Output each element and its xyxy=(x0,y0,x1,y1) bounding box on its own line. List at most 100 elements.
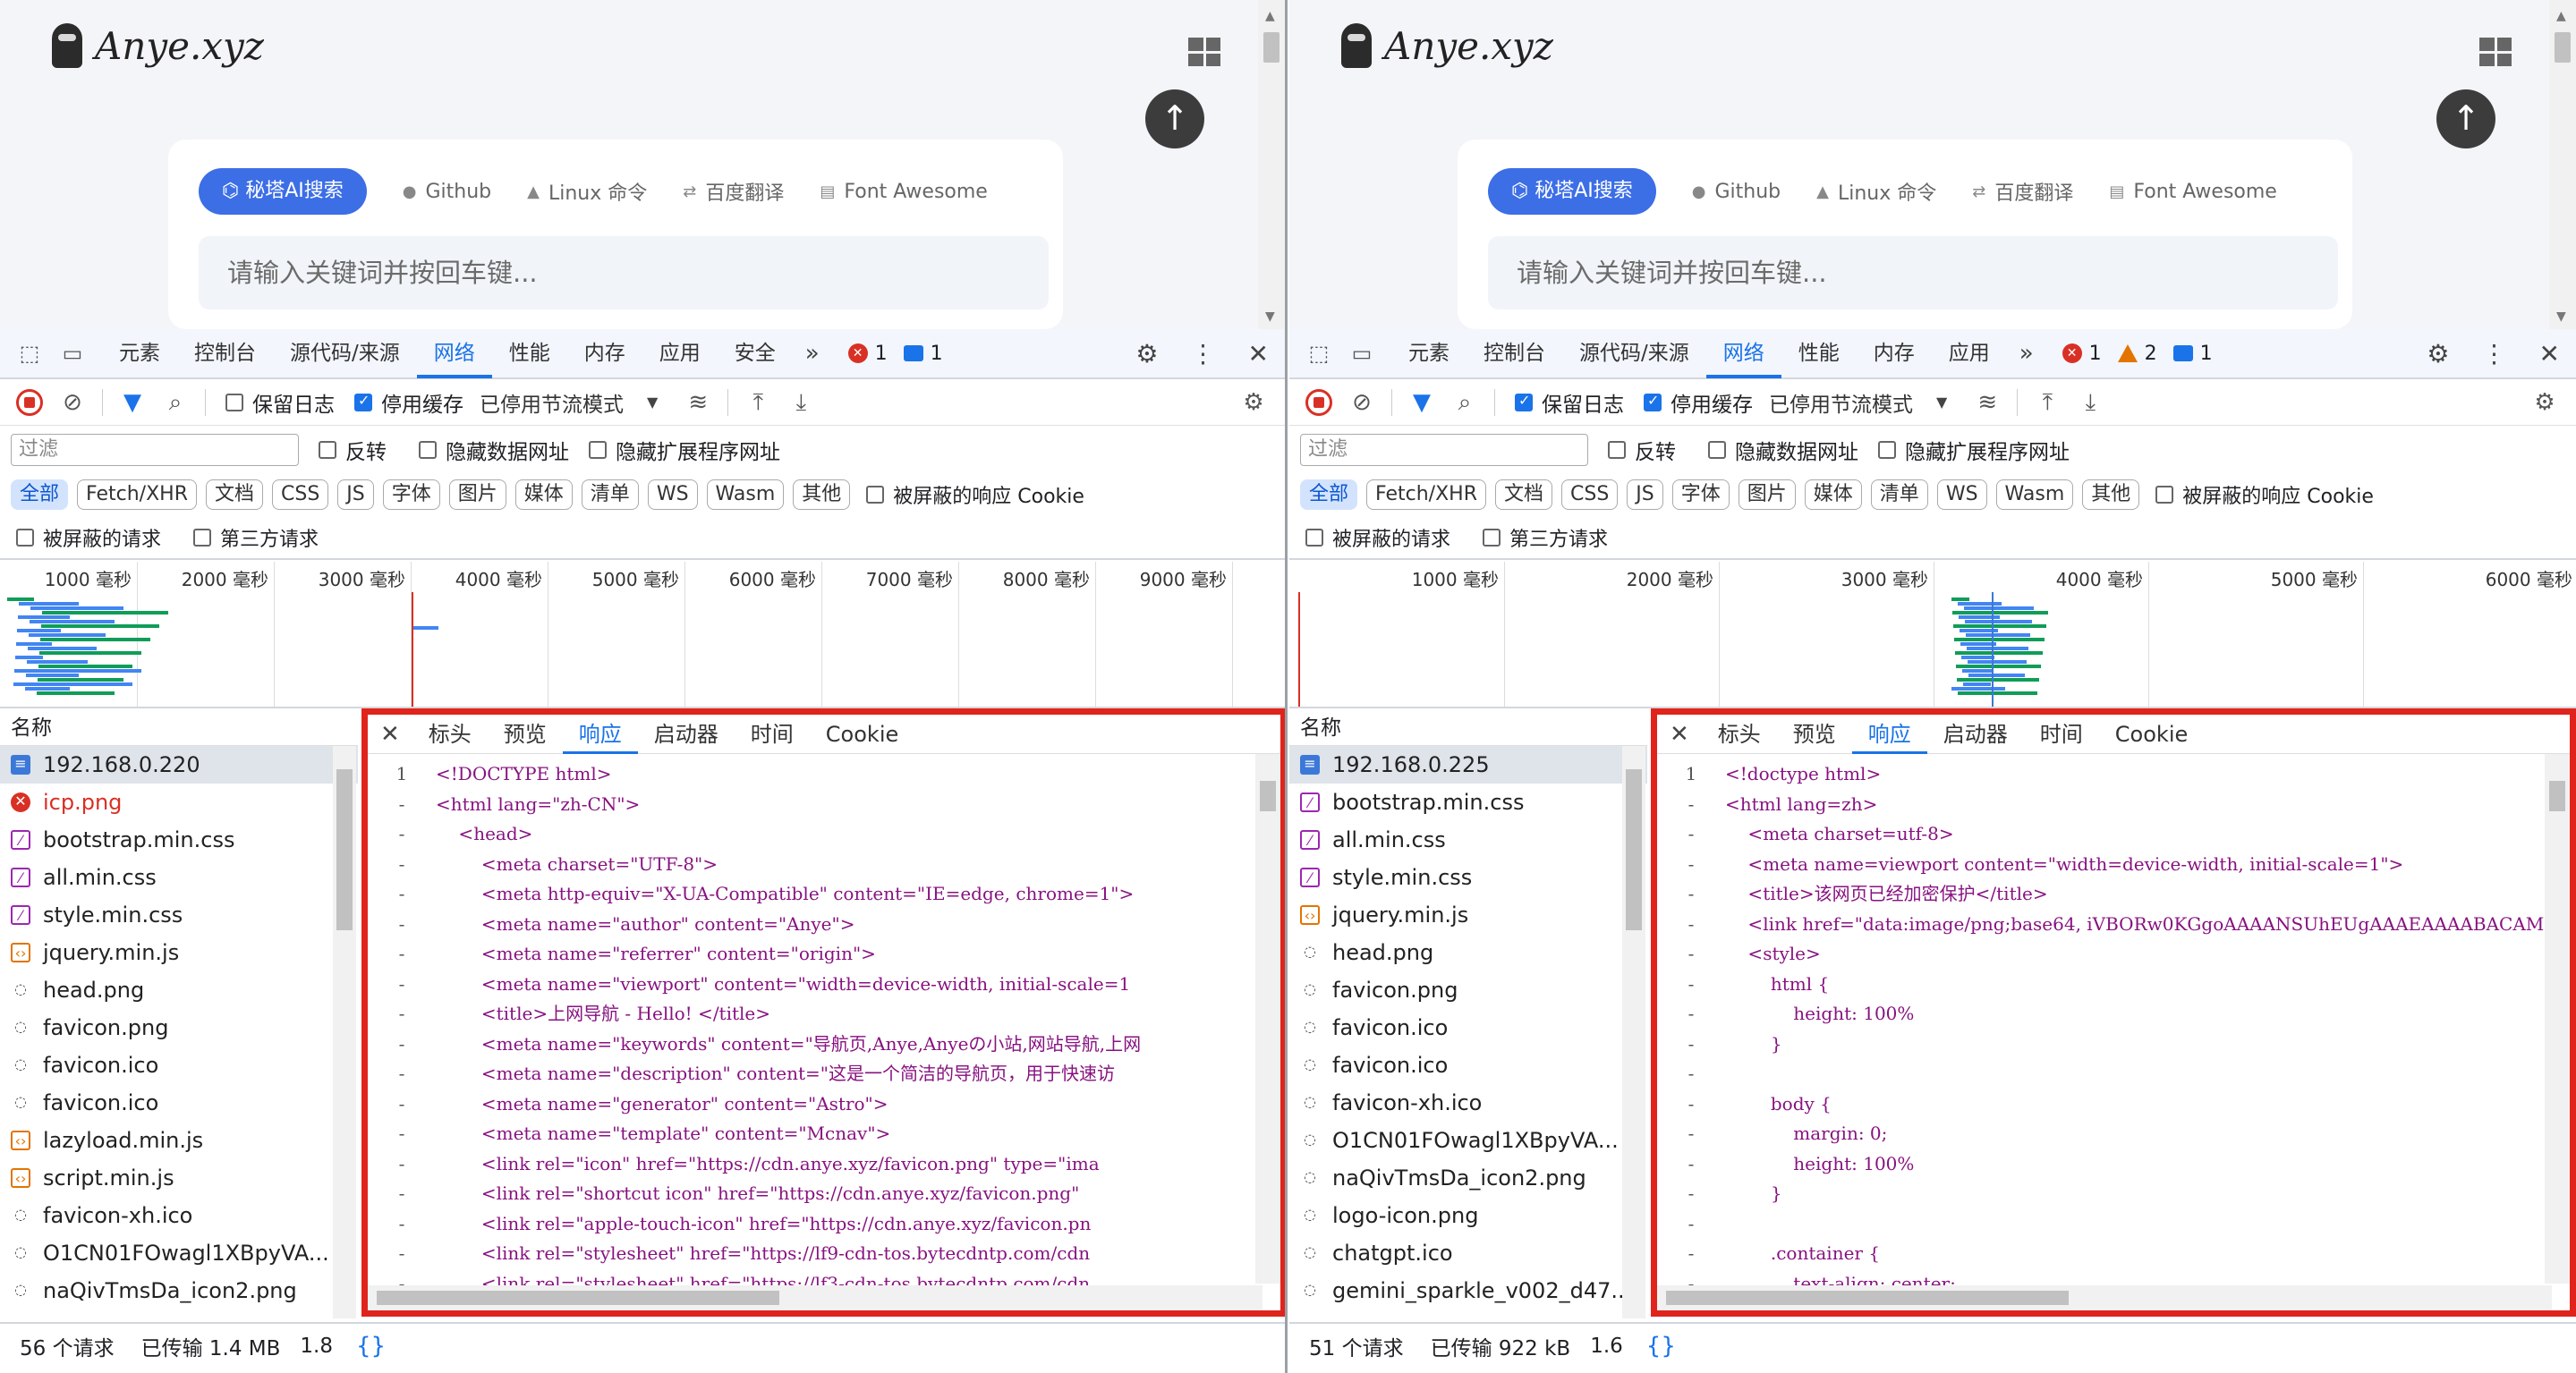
hide-extension-urls-checkbox[interactable]: 隐藏扩展程序网址 xyxy=(1878,435,2070,465)
grid-menu-icon[interactable] xyxy=(1188,38,1220,66)
search-engine-2[interactable]: ⇄ 百度翻译 xyxy=(683,177,784,206)
detail-tab-0[interactable]: 标头 xyxy=(412,715,488,754)
chip-0[interactable]: 全部 xyxy=(11,479,69,510)
detail-tab-3[interactable]: 启动器 xyxy=(638,715,735,754)
request-row[interactable]: ◌ favicon.ico xyxy=(0,1084,358,1122)
detail-tab-1[interactable]: 预览 xyxy=(1777,715,1852,754)
disable-cache-checkbox[interactable]: 停用缓存 xyxy=(1644,387,1753,418)
request-row[interactable]: ‹› lazyload.min.js xyxy=(0,1122,358,1159)
request-row[interactable]: ◌ O1CN01FOwagl1XBpyVA... xyxy=(1289,1122,1647,1159)
import-har-icon[interactable]: ⤒ xyxy=(2034,389,2061,416)
search-engine-2[interactable]: ⇄ 百度翻译 xyxy=(1972,177,2073,206)
search-engine-1[interactable]: ▲ Linux 命令 xyxy=(1816,177,1936,206)
request-row[interactable]: ◌ head.png xyxy=(0,971,358,1009)
detail-tab-3[interactable]: 启动器 xyxy=(1927,715,2024,754)
request-row[interactable]: ◌ favicon.ico xyxy=(1289,1047,1647,1084)
devtools-tab-0[interactable]: 元素 xyxy=(102,328,177,378)
third-party-checkbox[interactable]: 第三方请求 xyxy=(193,523,319,552)
network-overview-timeline[interactable]: 1000 毫秒 2000 毫秒 3000 毫秒 4000 毫秒 5000 毫秒 6000 … xyxy=(1289,562,2576,708)
request-row[interactable]: ⁄ bootstrap.min.css xyxy=(0,821,358,859)
devtools-tab-6[interactable]: 应用 xyxy=(642,328,718,378)
chip-4[interactable]: JS xyxy=(337,479,374,510)
export-har-icon[interactable]: ⤓ xyxy=(2077,389,2104,416)
search-input[interactable]: 请输入关键词并按回车键... xyxy=(1488,236,2338,309)
close-devtools-icon[interactable]: ✕ xyxy=(1248,339,1269,369)
chip-7[interactable]: 媒体 xyxy=(514,479,573,510)
close-devtools-icon[interactable]: ✕ xyxy=(2539,339,2560,369)
devtools-tab-2[interactable]: 源代码/来源 xyxy=(1562,328,1706,378)
request-row[interactable]: ⁄ style.min.css xyxy=(0,896,358,934)
chip-5[interactable]: 字体 xyxy=(382,479,440,510)
chip-6[interactable]: 图片 xyxy=(448,479,506,510)
devtools-tab-1[interactable]: 控制台 xyxy=(177,328,273,378)
search-icon[interactable]: ⌕ xyxy=(162,389,189,416)
device-toolbar-icon[interactable]: ▭ xyxy=(59,340,86,367)
request-row[interactable]: ◌ chatgpt.ico xyxy=(1289,1234,1647,1272)
request-row[interactable]: ⁄ all.min.css xyxy=(0,859,358,896)
clear-icon[interactable]: ⊘ xyxy=(59,389,86,416)
request-row[interactable]: ◌ favicon.ico xyxy=(0,1047,358,1084)
hide-data-urls-checkbox[interactable]: 隐藏数据网址 xyxy=(419,435,569,465)
invert-checkbox[interactable]: 反转 xyxy=(1608,435,1676,465)
devtools-tab-5[interactable]: 内存 xyxy=(567,328,642,378)
blocked-requests-checkbox[interactable]: 被屏蔽的请求 xyxy=(1305,523,1450,552)
request-row[interactable]: ◌ favicon.ico xyxy=(1289,1009,1647,1047)
blocked-cookies-checkbox[interactable]: 被屏蔽的响应 Cookie xyxy=(866,480,1084,509)
devtools-tab-3[interactable]: 网络 xyxy=(1705,328,1781,378)
search-engine-3[interactable]: ▤ Font Awesome xyxy=(820,181,987,203)
invert-checkbox[interactable]: 反转 xyxy=(319,435,387,465)
preserve-log-checkbox[interactable]: 保留日志 xyxy=(1515,387,1624,418)
request-row[interactable]: ≡ 192.168.0.225 xyxy=(1289,746,1647,784)
request-row[interactable]: ◌ favicon-xh.ico xyxy=(1289,1084,1647,1122)
response-h-scrollbar[interactable] xyxy=(1657,1285,2552,1310)
warning-badge[interactable]: 2 xyxy=(2117,343,2157,365)
chip-9[interactable]: WS xyxy=(1936,479,1987,510)
back-to-top-icon[interactable]: ↑ xyxy=(2436,89,2495,148)
detail-tab-2[interactable]: 响应 xyxy=(1851,715,1927,754)
request-row[interactable]: ⁄ all.min.css xyxy=(1289,821,1647,859)
filter-input[interactable]: 过滤 xyxy=(11,434,299,466)
devtools-tab-1[interactable]: 控制台 xyxy=(1467,328,1562,378)
request-row[interactable]: ✕ icp.png xyxy=(0,784,358,821)
name-column-header[interactable]: 名称 xyxy=(0,710,358,746)
record-stop-icon[interactable] xyxy=(16,388,43,416)
detail-tab-4[interactable]: 时间 xyxy=(2024,715,2099,754)
message-badge[interactable]: 1 xyxy=(903,343,943,365)
search-engine-1[interactable]: ▲ Linux 命令 xyxy=(527,177,647,206)
chevron-down-icon[interactable]: ▼ xyxy=(647,394,658,411)
chip-3[interactable]: CSS xyxy=(272,479,329,510)
devtools-tab-0[interactable]: 元素 xyxy=(1391,328,1467,378)
network-settings-icon[interactable]: ⚙ xyxy=(1240,389,1267,416)
import-har-icon[interactable]: ⤒ xyxy=(744,389,771,416)
chip-1[interactable]: Fetch/XHR xyxy=(77,479,197,510)
chevron-down-icon[interactable]: ▼ xyxy=(1936,394,1947,411)
search-engine-metaso[interactable]: ⌬ 秘塔AI搜索 xyxy=(1488,168,1656,215)
request-row[interactable]: ◌ gemini_sparkle_v002_d47... xyxy=(1289,1272,1647,1309)
chip-8[interactable]: 清单 xyxy=(1870,479,1928,510)
devtools-tab-3[interactable]: 网络 xyxy=(416,328,492,378)
search-input[interactable]: 请输入关键词并按回车键... xyxy=(199,236,1049,309)
inspect-icon[interactable]: ⬚ xyxy=(1305,340,1332,367)
name-column-header[interactable]: 名称 xyxy=(1289,710,1647,746)
back-to-top-icon[interactable]: ↑ xyxy=(1145,89,1204,148)
request-row[interactable]: ◌ naQivTmsDa_icon2.png xyxy=(0,1272,358,1309)
network-conditions-icon[interactable]: ≋ xyxy=(684,389,711,416)
request-list-scrollbar[interactable] xyxy=(333,746,356,1318)
response-v-scrollbar[interactable] xyxy=(2545,754,2570,1284)
devtools-tab-4[interactable]: 性能 xyxy=(492,328,567,378)
chip-1[interactable]: Fetch/XHR xyxy=(1366,479,1486,510)
blocked-requests-checkbox[interactable]: 被屏蔽的请求 xyxy=(16,523,161,552)
chip-2[interactable]: 文档 xyxy=(1494,479,1552,510)
devtools-tab-2[interactable]: 源代码/来源 xyxy=(273,328,417,378)
hide-extension-urls-checkbox[interactable]: 隐藏扩展程序网址 xyxy=(589,435,780,465)
request-row[interactable]: ‹› jquery.min.js xyxy=(0,934,358,971)
settings-gear-icon[interactable]: ⚙ xyxy=(2427,339,2449,369)
throttle-select[interactable]: 已停用节流模式 xyxy=(480,387,624,418)
message-badge[interactable]: 1 xyxy=(2172,343,2213,365)
blocked-cookies-checkbox[interactable]: 被屏蔽的响应 Cookie xyxy=(2155,480,2374,509)
request-row[interactable]: ≡ 192.168.0.220 xyxy=(0,746,358,784)
throttle-select[interactable]: 已停用节流模式 xyxy=(1769,387,1913,418)
request-row[interactable]: ◌ favicon.png xyxy=(0,1009,358,1047)
search-engine-0[interactable]: ● Github xyxy=(403,181,491,203)
chip-9[interactable]: WS xyxy=(647,479,698,510)
